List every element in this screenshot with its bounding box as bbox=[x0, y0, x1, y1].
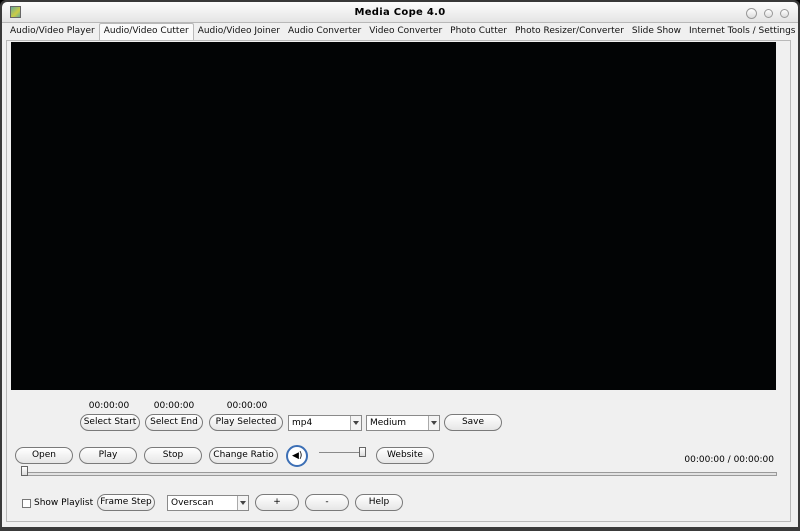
help-button[interactable]: Help bbox=[355, 494, 403, 511]
chevron-down-icon[interactable] bbox=[237, 496, 248, 510]
video-display[interactable] bbox=[11, 42, 776, 390]
chevron-down-icon[interactable] bbox=[428, 416, 439, 430]
show-playlist-label: Show Playlist bbox=[34, 498, 94, 508]
select-start-button[interactable]: Select Start bbox=[80, 414, 140, 431]
start-time-label: 00:00:00 bbox=[88, 401, 130, 411]
mute-button[interactable]: ◀) bbox=[286, 445, 308, 467]
client-area: Audio/Video Player Audio/Video Cutter Au… bbox=[2, 23, 798, 527]
tab-audio-video-player[interactable]: Audio/Video Player bbox=[6, 24, 99, 40]
end-time-label: 00:00:00 bbox=[153, 401, 195, 411]
select-end-button[interactable]: Select End bbox=[145, 414, 203, 431]
tab-strip: Audio/Video Player Audio/Video Cutter Au… bbox=[6, 23, 799, 41]
maximize-button[interactable] bbox=[764, 9, 773, 18]
tab-audio-video-joiner[interactable]: Audio/Video Joiner bbox=[194, 24, 284, 40]
save-button[interactable]: Save bbox=[444, 414, 502, 431]
website-button[interactable]: Website bbox=[376, 447, 434, 464]
open-button[interactable]: Open bbox=[15, 447, 73, 464]
tab-photo-resizer-converter[interactable]: Photo Resizer/Converter bbox=[511, 24, 628, 40]
change-ratio-button[interactable]: Change Ratio bbox=[209, 447, 278, 464]
seek-bar[interactable] bbox=[21, 472, 777, 476]
minus-button[interactable]: - bbox=[305, 494, 349, 511]
volume-slider[interactable] bbox=[319, 452, 364, 453]
play-button[interactable]: Play bbox=[79, 447, 137, 464]
tab-photo-cutter[interactable]: Photo Cutter bbox=[446, 24, 511, 40]
selected-time-label: 00:00:00 bbox=[226, 401, 268, 411]
overscan-select-value: Overscan bbox=[171, 498, 214, 508]
window-title: Media Cope 4.0 bbox=[354, 7, 446, 18]
tab-audio-video-cutter[interactable]: Audio/Video Cutter bbox=[98, 23, 194, 41]
frame-step-button[interactable]: Frame Step bbox=[97, 494, 155, 511]
tab-internet-tools-settings[interactable]: Internet Tools / Settings bbox=[685, 24, 799, 40]
stop-button[interactable]: Stop bbox=[144, 447, 202, 464]
app-window: Media Cope 4.0 Audio/Video Player Audio/… bbox=[0, 0, 800, 531]
overscan-select[interactable]: Overscan bbox=[167, 495, 249, 511]
title-bar[interactable]: Media Cope 4.0 bbox=[2, 2, 798, 23]
plus-button[interactable]: + bbox=[255, 494, 299, 511]
tab-slide-show[interactable]: Slide Show bbox=[628, 24, 685, 40]
minimize-button[interactable] bbox=[746, 8, 757, 19]
seek-bar-thumb[interactable] bbox=[21, 466, 28, 476]
speaker-icon: ◀) bbox=[292, 451, 303, 461]
format-select[interactable]: mp4 bbox=[288, 415, 362, 431]
quality-select-value: Medium bbox=[370, 418, 406, 428]
play-selected-button[interactable]: Play Selected bbox=[209, 414, 283, 431]
format-select-value: mp4 bbox=[292, 418, 313, 428]
time-display: 00:00:00 / 00:00:00 bbox=[684, 455, 774, 465]
tab-audio-converter[interactable]: Audio Converter bbox=[284, 24, 365, 40]
quality-select[interactable]: Medium bbox=[366, 415, 440, 431]
tab-video-converter[interactable]: Video Converter bbox=[365, 24, 446, 40]
chevron-down-icon[interactable] bbox=[350, 416, 361, 430]
cutter-pane: 00:00:00 00:00:00 00:00:00 Select Start … bbox=[6, 40, 791, 522]
show-playlist-checkbox[interactable] bbox=[22, 499, 31, 508]
volume-slider-thumb[interactable] bbox=[359, 447, 366, 457]
close-button[interactable] bbox=[780, 9, 789, 18]
